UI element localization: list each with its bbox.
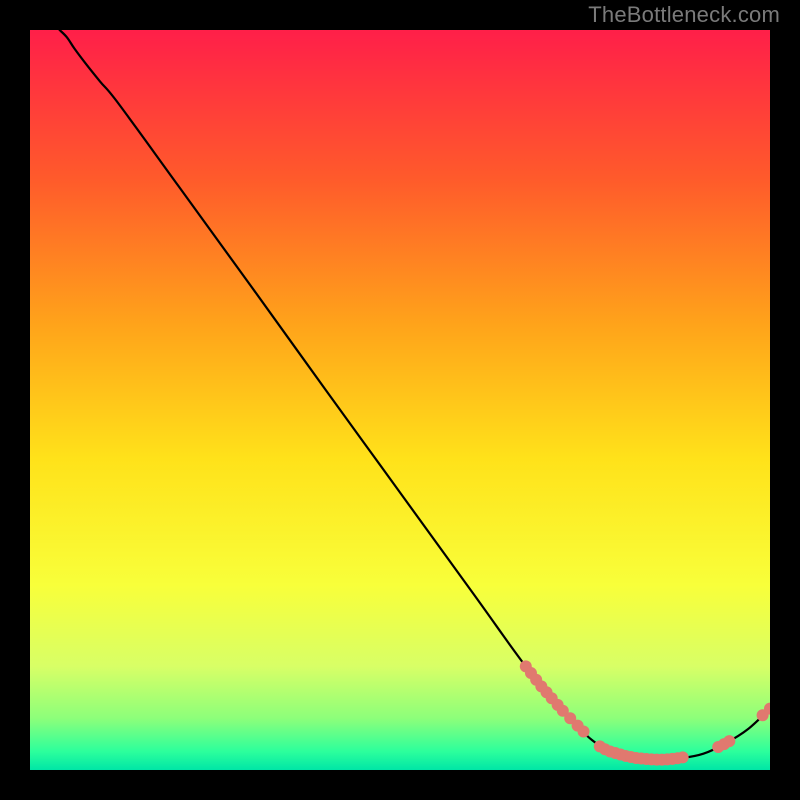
gradient-background [30, 30, 770, 770]
plot-area [30, 30, 770, 770]
data-marker [677, 751, 689, 763]
watermark-text: TheBottleneck.com [588, 2, 780, 28]
data-marker [578, 726, 590, 738]
data-marker [723, 735, 735, 747]
chart-frame: TheBottleneck.com [0, 0, 800, 800]
chart-svg [30, 30, 770, 770]
